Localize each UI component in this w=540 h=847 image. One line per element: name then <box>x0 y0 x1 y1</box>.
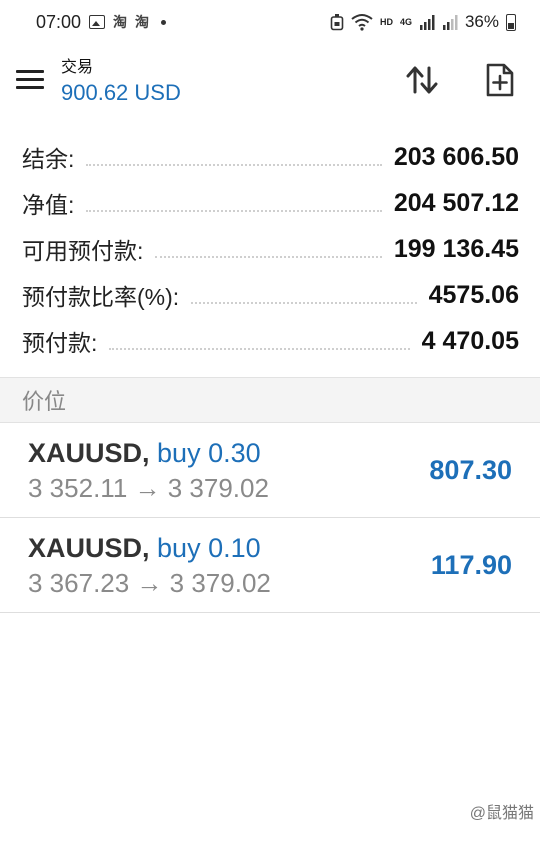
battery-icon <box>506 13 516 31</box>
summary-row-margin: 预付款: 4 470.05 <box>0 318 540 364</box>
status-left: 07:00 淘 淘 <box>36 11 167 33</box>
summary-value: 4 470.05 <box>421 326 519 355</box>
image-icon <box>89 15 106 29</box>
status-bar: 07:00 淘 淘 HD 4G 36% <box>0 0 540 44</box>
watermark: @鼠猫猫 <box>469 805 534 822</box>
dotted-leader <box>86 164 382 166</box>
dotted-leader <box>86 210 382 212</box>
dotted-leader <box>109 348 410 350</box>
summary-value: 4575.06 <box>428 280 519 309</box>
status-time: 07:00 <box>36 11 82 32</box>
taobao-icon-2: 淘 <box>135 14 150 30</box>
summary-value: 204 507.12 <box>393 188 519 217</box>
position-title: XAUUSD, buy 0.30 <box>28 438 261 469</box>
position-profit: 807.30 <box>429 455 512 485</box>
summary-row-margin-level: 预付款比率(%): 4575.06 <box>0 272 540 318</box>
sort-icon[interactable] <box>404 62 440 98</box>
summary-row-equity: 净值: 204 507.12 <box>0 180 540 226</box>
summary-value: 199 136.45 <box>393 234 519 263</box>
menu-icon[interactable] <box>16 70 44 90</box>
position-side: buy 0.10 <box>157 533 261 563</box>
summary-row-free-margin: 可用预付款: 199 136.45 <box>0 226 540 272</box>
signal-icon <box>419 15 435 30</box>
signal-icon-2 <box>442 15 458 30</box>
header-balance: 900.62 USD <box>61 80 181 105</box>
taobao-icon: 淘 <box>113 14 128 30</box>
summary-label: 预付款比率(%): <box>22 284 180 310</box>
hd-label: HD <box>379 17 393 27</box>
network-label: 4G <box>399 17 412 27</box>
dot-icon <box>161 19 167 25</box>
summary-label: 预付款: <box>22 330 98 356</box>
position-prices: 3 367.23 → 3 379.02 <box>28 568 271 598</box>
position-symbol: XAUUSD, <box>28 438 150 468</box>
summary-row-balance: 结余: 203 606.50 <box>0 134 540 180</box>
position-title: XAUUSD, buy 0.10 <box>28 533 261 564</box>
page-title: 交易 <box>61 59 94 76</box>
position-symbol: XAUUSD, <box>28 533 150 563</box>
account-summary: 结余: 203 606.50 净值: 204 507.12 可用预付款: 199… <box>0 134 540 364</box>
position-prices: 3 352.11 → 3 379.02 <box>28 473 269 503</box>
dotted-leader <box>191 302 417 304</box>
position-profit: 117.90 <box>430 550 512 580</box>
positions-list: XAUUSD, buy 0.30 3 352.11 → 3 379.02 807… <box>0 423 540 613</box>
position-row[interactable]: XAUUSD, buy 0.10 3 367.23 → 3 379.02 117… <box>0 518 540 613</box>
section-header-positions: 价位 <box>0 377 540 423</box>
wifi-icon <box>351 14 373 31</box>
summary-label: 净值: <box>22 192 75 218</box>
status-right: HD 4G 36% <box>330 12 516 32</box>
summary-label: 结余: <box>22 146 75 172</box>
position-side: buy 0.30 <box>157 438 261 468</box>
app-header: 交易 900.62 USD <box>0 44 540 120</box>
dotted-leader <box>155 256 382 258</box>
vpn-icon <box>330 14 344 31</box>
summary-label: 可用预付款: <box>22 238 144 264</box>
summary-value: 203 606.50 <box>393 142 519 171</box>
battery-percent: 36% <box>464 12 499 31</box>
position-row[interactable]: XAUUSD, buy 0.30 3 352.11 → 3 379.02 807… <box>0 423 540 518</box>
new-order-icon[interactable] <box>484 62 516 98</box>
